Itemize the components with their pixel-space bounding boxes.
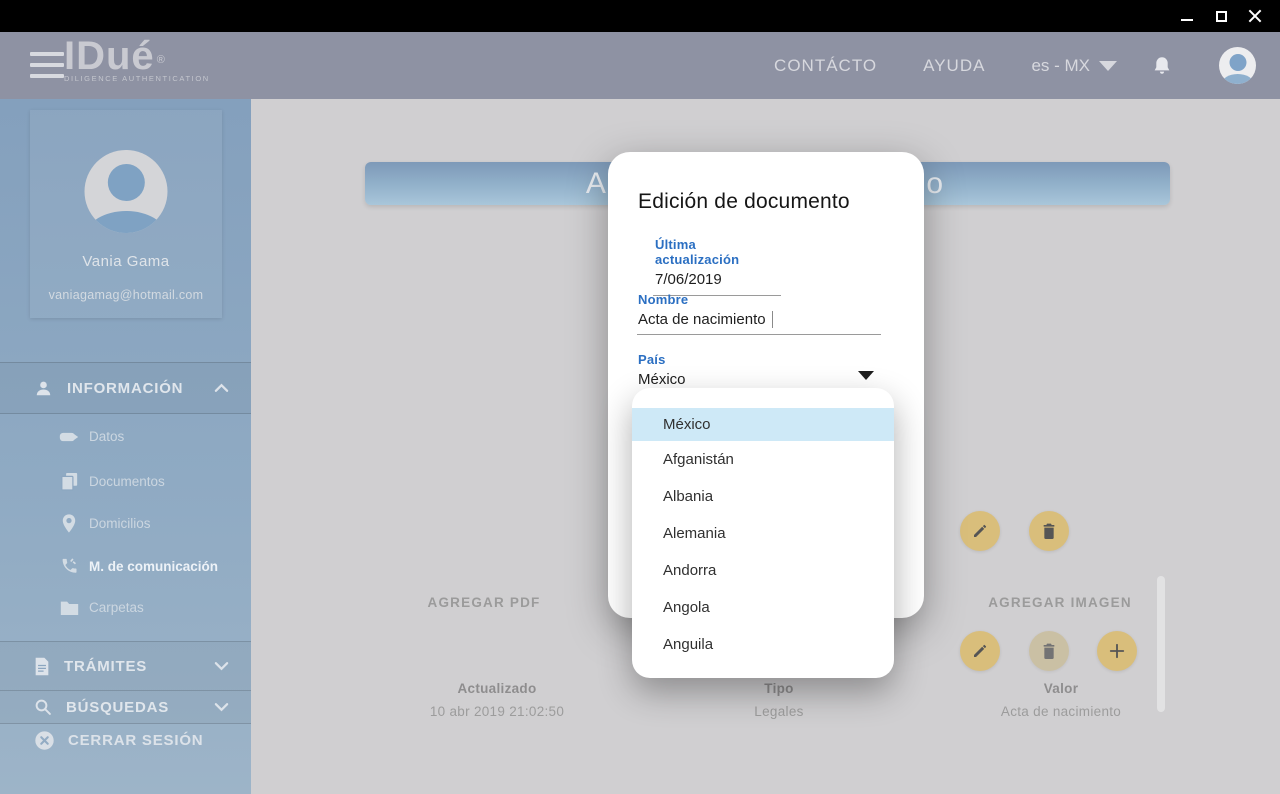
pencil-icon <box>971 642 989 660</box>
meta-valor: Valor Acta de nacimiento <box>941 681 1181 719</box>
add-image-button[interactable]: AGREGAR IMAGEN <box>960 595 1160 610</box>
document-icon <box>34 657 50 676</box>
maximize-button[interactable] <box>1204 0 1238 32</box>
edit-button[interactable] <box>960 511 1000 551</box>
logo-tagline: DILIGENCE AUTHENTICATION <box>64 74 210 83</box>
country-option[interactable]: Angola <box>632 589 894 626</box>
country-option[interactable]: Andorra <box>632 552 894 589</box>
sidebar-section-label: BÚSQUEDAS <box>66 699 169 716</box>
select-caret-icon[interactable] <box>858 371 874 380</box>
country-option[interactable]: Alemania <box>632 515 894 552</box>
sidebar: Vania Gama vaniagamag@hotmail.com INFORM… <box>0 99 251 794</box>
sidebar-section-busquedas[interactable]: BÚSQUEDAS <box>0 690 251 724</box>
trash-icon <box>1041 642 1057 660</box>
scrollbar-thumb[interactable] <box>1157 576 1165 712</box>
location-pin-icon <box>58 514 80 533</box>
sidebar-item-carpetas[interactable]: Carpetas <box>58 600 144 615</box>
date-input[interactable]: 7/06/2019 <box>655 271 766 288</box>
field-label: Nombre <box>638 292 882 307</box>
profile-email: vaniagamag@hotmail.com <box>30 288 222 302</box>
country-option-selected[interactable]: México <box>632 408 894 441</box>
folder-icon <box>58 600 80 615</box>
language-value: es - MX <box>1031 56 1090 76</box>
delete-button-disabled <box>1029 631 1069 671</box>
id-card-icon <box>58 430 80 444</box>
text-cursor <box>772 311 773 328</box>
country-select[interactable]: México <box>638 371 888 388</box>
name-input[interactable]: Acta de nacimiento <box>638 311 882 328</box>
field-nombre: Nombre Acta de nacimiento <box>638 292 882 335</box>
sidebar-section-label: INFORMACIÓN <box>67 380 183 397</box>
field-label: Última actualización <box>655 237 766 267</box>
plus-icon <box>1107 641 1127 661</box>
registered-mark: ® <box>157 54 165 66</box>
chevron-down-icon <box>1099 61 1117 71</box>
app-window: IDué® DILIGENCE AUTHENTICATION CONTÁCTO … <box>0 0 1280 794</box>
maximize-icon <box>1216 11 1227 22</box>
pencil-icon <box>971 522 989 540</box>
language-selector[interactable]: es - MX <box>1031 56 1117 76</box>
field-label: País <box>638 352 888 367</box>
close-button[interactable] <box>1238 0 1272 32</box>
country-option[interactable]: Albania <box>632 478 894 515</box>
sidebar-section-informacion[interactable]: INFORMACIÓN <box>0 362 251 414</box>
country-option[interactable]: Anguila <box>632 626 894 663</box>
app-header: IDué® DILIGENCE AUTHENTICATION CONTÁCTO … <box>0 32 1280 99</box>
trash-icon <box>1041 522 1057 540</box>
nav-ayuda[interactable]: AYUDA <box>923 56 985 76</box>
field-ultima-actualizacion: Última actualización 7/06/2019 <box>638 237 766 296</box>
chevron-up-icon <box>214 383 229 393</box>
country-option[interactable]: Afganistán <box>632 441 894 478</box>
sidebar-section-tramites[interactable]: TRÁMITES <box>0 641 251 690</box>
notifications-button[interactable] <box>1151 54 1173 78</box>
add-pdf-button[interactable]: AGREGAR PDF <box>384 595 584 610</box>
profile-avatar <box>85 150 168 233</box>
bell-icon <box>1151 54 1173 78</box>
person-icon <box>34 379 53 398</box>
profile-card: Vania Gama vaniagamag@hotmail.com <box>30 110 222 318</box>
meta-tipo: Tipo Legales <box>659 681 899 719</box>
chevron-down-icon <box>214 702 229 712</box>
user-avatar[interactable] <box>1219 47 1256 84</box>
documents-icon <box>58 472 80 491</box>
sidebar-item-domicilios[interactable]: Domicilios <box>58 514 151 533</box>
logout-button[interactable]: CERRAR SESIÓN <box>34 730 203 751</box>
minimize-button[interactable] <box>1170 0 1204 32</box>
x-circle-icon <box>34 730 55 751</box>
add-button[interactable] <box>1097 631 1137 671</box>
chevron-down-icon <box>214 661 229 671</box>
sidebar-item-datos[interactable]: Datos <box>58 429 124 444</box>
meta-actualizado: Actualizado 10 abr 2019 21:02:50 <box>377 681 617 719</box>
sidebar-item-comunicacion[interactable]: M. de comunicación <box>58 557 218 575</box>
close-icon <box>1248 9 1262 23</box>
country-dropdown: México Afganistán Albania Alemania Andor… <box>632 388 894 678</box>
logout-label: CERRAR SESIÓN <box>68 732 203 749</box>
sidebar-item-documentos[interactable]: Documentos <box>58 472 165 491</box>
edit-button[interactable] <box>960 631 1000 671</box>
search-icon <box>34 698 52 716</box>
hamburger-menu-icon[interactable] <box>30 52 64 78</box>
sidebar-section-label: TRÁMITES <box>64 658 147 675</box>
modal-title: Edición de documento <box>638 190 850 214</box>
logo-text: IDué <box>64 34 155 78</box>
field-pais: País México <box>638 352 888 388</box>
header-nav: CONTÁCTO AYUDA es - MX <box>774 32 1280 99</box>
minimize-icon <box>1181 19 1193 21</box>
profile-name: Vania Gama <box>30 253 222 270</box>
app-logo[interactable]: IDué® DILIGENCE AUTHENTICATION <box>64 34 210 83</box>
os-titlebar <box>0 0 1280 32</box>
nav-contacto[interactable]: CONTÁCTO <box>774 56 877 76</box>
phone-icon <box>58 557 80 575</box>
delete-button[interactable] <box>1029 511 1069 551</box>
